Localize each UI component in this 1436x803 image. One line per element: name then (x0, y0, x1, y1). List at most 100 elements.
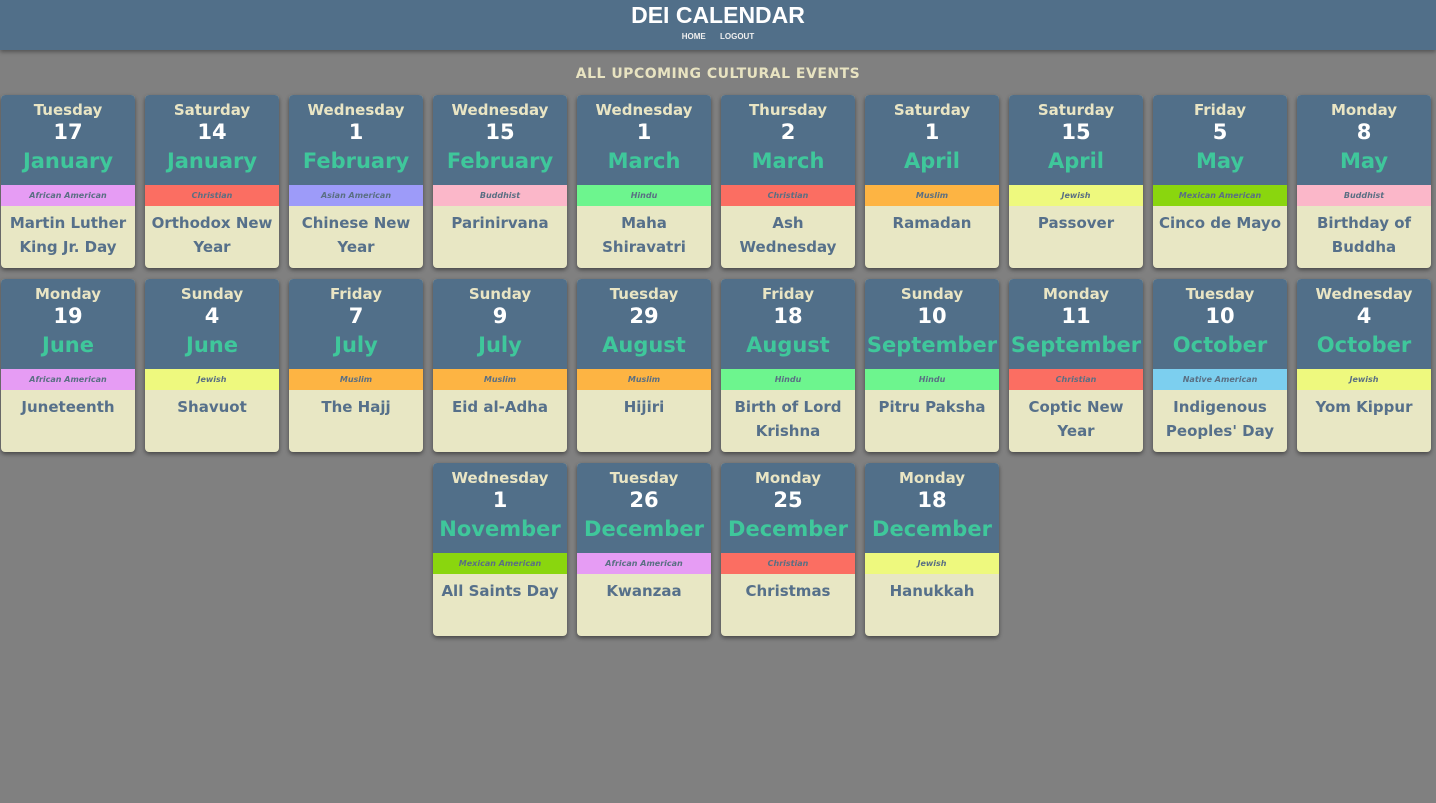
event-weekday: Sunday (468, 285, 532, 303)
event-month: September (866, 333, 998, 357)
event-category-badge: Buddhist (433, 185, 567, 206)
event-name: Orthodox New Year (151, 214, 273, 256)
event-date-header: Monday 11 September (1009, 279, 1143, 369)
event-date-header: Tuesday 17 January (1, 95, 135, 185)
event-card[interactable]: Monday 11 September Christian Coptic New Yea… (1009, 279, 1143, 452)
event-card[interactable]: Monday 19 June African American Juneteenth (1, 279, 135, 452)
event-weekday: Sunday (180, 285, 244, 303)
event-day: 15 (485, 120, 515, 144)
event-day: 17 (53, 120, 83, 144)
event-day: 14 (197, 120, 227, 144)
event-day: 4 (1356, 304, 1372, 328)
event-date-header: Sunday 9 July (433, 279, 567, 369)
event-date-header: Monday 8 May (1297, 95, 1431, 185)
event-card[interactable]: Saturday 15 April Jewish Passover (1009, 95, 1143, 268)
event-date-header: Wednesday 1 November (433, 463, 567, 553)
event-date-header: Wednesday 4 October (1297, 279, 1431, 369)
event-day: 1 (492, 488, 508, 512)
event-card[interactable]: Monday 25 December Christian Christmas (721, 463, 855, 636)
event-card[interactable]: Friday 18 August Hindu Birth of Lord Krishna (721, 279, 855, 452)
event-date-header: Thursday 2 March (721, 95, 855, 185)
event-day: 1 (924, 120, 940, 144)
event-card[interactable]: Thursday 2 March Christian Ash Wednesday (721, 95, 855, 268)
event-weekday: Wednesday (307, 101, 405, 119)
event-card[interactable]: Tuesday 29 August Muslim Hijiri (577, 279, 711, 452)
event-day: 29 (629, 304, 659, 328)
event-card[interactable]: Saturday 1 April Muslim Ramadan (865, 95, 999, 268)
event-day: 18 (917, 488, 947, 512)
event-day: 11 (1061, 304, 1091, 328)
event-name: Maha Shiravatri (602, 214, 686, 256)
event-name: Birthday of Buddha (1316, 214, 1412, 256)
event-name: Cinco de Mayo (1158, 214, 1282, 232)
event-month: December (584, 517, 704, 541)
event-card[interactable]: Tuesday 10 October Native American Indigenou… (1153, 279, 1287, 452)
event-weekday: Wednesday (451, 101, 549, 119)
event-weekday: Friday (1193, 101, 1246, 119)
event-month: April (1047, 149, 1105, 173)
event-card[interactable]: Friday 7 July Muslim The Hajj (289, 279, 423, 452)
event-weekday: Monday (34, 285, 102, 303)
event-name: Chinese New Year (301, 214, 411, 256)
event-month: March (607, 149, 681, 173)
event-name: Juneteenth (21, 398, 115, 416)
event-category-badge: Jewish (865, 553, 999, 574)
event-day: 10 (917, 304, 947, 328)
event-category-badge: Mexican American (1153, 185, 1287, 206)
event-month: June (42, 333, 94, 357)
event-card[interactable]: Sunday 4 June Jewish Shavuot (145, 279, 279, 452)
event-card[interactable]: Tuesday 17 January African American Martin L… (1, 95, 135, 268)
event-month: February (446, 149, 554, 173)
event-weekday: Monday (898, 469, 966, 487)
event-card[interactable]: Monday 18 December Jewish Hanukkah (865, 463, 999, 636)
event-day: 1 (636, 120, 652, 144)
event-month: December (728, 517, 848, 541)
event-date-header: Wednesday 1 March (577, 95, 711, 185)
event-card[interactable]: Wednesday 1 March Hindu Maha Shiravatri (577, 95, 711, 268)
event-day: 25 (773, 488, 803, 512)
event-name: Yom Kippur (1315, 398, 1413, 416)
event-category-badge: Jewish (145, 369, 279, 390)
event-category-badge: Muslim (433, 369, 567, 390)
event-weekday: Tuesday (33, 101, 103, 119)
event-weekday: Tuesday (609, 469, 679, 487)
event-category-badge: Christian (145, 185, 279, 206)
event-date-header: Monday 18 December (865, 463, 999, 553)
event-day: 10 (1205, 304, 1235, 328)
event-category-badge: African American (1, 369, 135, 390)
event-month: July (334, 333, 378, 357)
event-date-header: Tuesday 29 August (577, 279, 711, 369)
event-month: April (903, 149, 961, 173)
event-name: Hijiri (623, 398, 665, 416)
event-card[interactable]: Sunday 10 September Hindu Pitru Paksha (865, 279, 999, 452)
event-card[interactable]: Tuesday 26 December African American Kwanzaa (577, 463, 711, 636)
event-weekday: Saturday (1037, 101, 1115, 119)
event-day: 15 (1061, 120, 1091, 144)
event-date-header: Sunday 10 September (865, 279, 999, 369)
event-category-badge: Muslim (865, 185, 999, 206)
event-card[interactable]: Wednesday 15 February Buddhist Parinirvana (433, 95, 567, 268)
event-card[interactable]: Friday 5 May Mexican American Cinco de Mayo (1153, 95, 1287, 268)
event-category-badge: African American (577, 553, 711, 574)
event-card[interactable]: Sunday 9 July Muslim Eid al-Adha (433, 279, 567, 452)
event-card[interactable]: Saturday 14 January Christian Orthodox New Y… (145, 95, 279, 268)
event-date-header: Friday 5 May (1153, 95, 1287, 185)
event-day: 1 (348, 120, 364, 144)
event-month: March (751, 149, 825, 173)
event-month: November (439, 517, 561, 541)
event-name: Ramadan (892, 214, 972, 232)
event-card[interactable]: Wednesday 4 October Jewish Yom Kippur (1297, 279, 1431, 452)
event-month: October (1316, 333, 1412, 357)
event-date-header: Friday 18 August (721, 279, 855, 369)
event-card[interactable]: Wednesday 1 November Mexican American All Sa… (433, 463, 567, 636)
event-month: May (1195, 149, 1245, 173)
event-card[interactable]: Monday 8 May Buddhist Birthday of Buddha (1297, 95, 1431, 268)
event-category-badge: Hindu (577, 185, 711, 206)
event-weekday: Monday (1042, 285, 1110, 303)
event-name: Ash Wednesday (739, 214, 837, 256)
event-card[interactable]: Wednesday 1 February Asian American Chinese … (289, 95, 423, 268)
event-month: October (1172, 333, 1268, 357)
event-day: 4 (204, 304, 220, 328)
event-weekday: Wednesday (1315, 285, 1413, 303)
event-name: Shavuot (177, 398, 247, 416)
